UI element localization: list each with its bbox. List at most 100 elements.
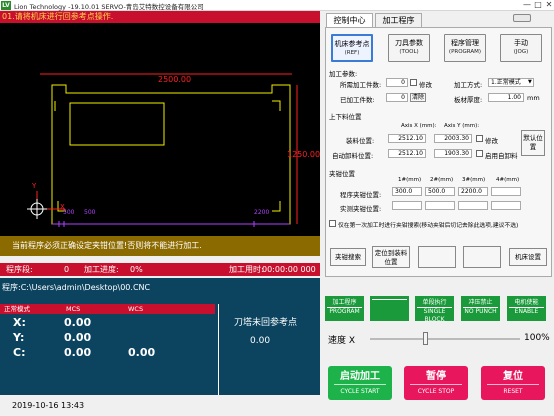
clamp-4-value (491, 187, 521, 196)
dim-label-x: 2500.00 (158, 75, 192, 84)
done-count-value: 0 (386, 93, 408, 102)
segment-value: 0 (64, 265, 70, 274)
status-datetime: 2019-10-16 13:43 (0, 395, 320, 416)
clamp-search-button[interactable]: 夹钳搜索 (330, 248, 366, 266)
control-panel: 控制中心 加工程序 机床参考点 (REF) 刀具参数 (TOOL) 程序管理 (PRO… (322, 11, 554, 416)
clamp-3-value: 2200.0 (458, 187, 488, 196)
clamp-search-once-checkbox[interactable] (329, 220, 336, 227)
clamp-1-value: 300.0 (392, 187, 422, 196)
actual-clamp-3 (458, 201, 488, 210)
blank-green-button[interactable] (370, 296, 409, 321)
clamp-section-label: 夹钳位置 (329, 170, 355, 178)
speed-slider-thumb[interactable] (422, 332, 428, 345)
clamp-label-3: 2200 (254, 209, 270, 216)
loading-section-label: 上下料位置 (329, 113, 362, 121)
maximize-button[interactable]: □ (533, 0, 543, 10)
corner-mark-tr (272, 100, 281, 111)
clamp-label-2: 500 (84, 209, 96, 216)
coord-wcs-header: WCS (128, 305, 144, 313)
jog-mode-button[interactable]: 手动 (JOG) (500, 34, 542, 62)
time-label: 加工用时: (229, 265, 264, 274)
program-toggle-button[interactable]: 加工程序 PROGRAM (325, 296, 364, 321)
speed-value: 100% (524, 333, 550, 343)
chevron-down-icon: ▼ (528, 79, 532, 85)
progress-label: 加工进度: (84, 265, 119, 274)
load-position-label: 装料位置: (346, 137, 375, 145)
axis-label-y: Y (32, 182, 37, 190)
program-mode-button[interactable]: 程序管理 (PROGRAM) (444, 34, 486, 62)
alarm-message: 01.请将机床进行回参考点操作. (0, 11, 320, 23)
window-titlebar: LV Lion Technology -19.10.01 SERVO-青岛艾特数… (0, 0, 554, 11)
total-count-value: 0 (386, 78, 408, 87)
coord-y-mcs: 0.00 (64, 331, 92, 344)
coordinate-panel: 正常模式 MCS WCS X: 0.00 Y: 0.00 C: 0.00 0.0… (0, 304, 320, 395)
segment-label: 程序段: (6, 265, 33, 274)
load-x-value: 2512.10 (388, 134, 426, 143)
unload-x-value: 2512.10 (388, 149, 426, 158)
coord-c-wcs: 0.00 (128, 346, 156, 359)
corner-mark-br (272, 201, 281, 212)
actual-clamp-1 (392, 201, 422, 210)
thickness-input[interactable]: 1.00 (488, 93, 524, 102)
blank-button-2[interactable] (463, 246, 501, 268)
locate-load-button[interactable]: 定位到装料位置 (372, 246, 410, 268)
progress-bar: 程序段: 0 加工进度: 0% 加工用时: 00:00:00 000 (0, 263, 320, 276)
thickness-label: 板材厚度: (454, 96, 483, 104)
coord-x-mcs: 0.00 (64, 316, 92, 329)
program-clamp-label: 程序夹钳位置: (340, 191, 382, 199)
unload-position-label: 自动卸料位置: (332, 152, 374, 160)
inner-part-rect (69, 102, 165, 146)
coord-header: 正常模式 MCS WCS (0, 304, 215, 314)
control-center-panel: 机床参考点 (REF) 刀具参数 (TOOL) 程序管理 (PROGRAM) 手动 (J… (325, 27, 552, 277)
coord-c-mcs: 0.00 (64, 346, 92, 359)
coord-mcs-header: MCS (66, 305, 81, 313)
panel-toggle-button[interactable] (513, 14, 531, 22)
total-count-label: 所需加工件数: (340, 81, 382, 89)
corner-mark (56, 91, 64, 99)
modify-load-checkbox[interactable] (476, 135, 483, 142)
app-logo: LV (1, 1, 11, 10)
unload-y-value: 1903.30 (434, 149, 472, 158)
dim-label-y: 1250.00 (287, 150, 320, 159)
auto-unload-checkbox[interactable] (476, 150, 483, 157)
actual-clamp-label: 实测夹钳位置: (340, 205, 382, 213)
window-title: Lion Technology -19.10.01 SERVO-青岛艾特数控设备… (14, 3, 204, 11)
clear-count-button[interactable]: 清除 (410, 93, 426, 102)
ref-mode-button[interactable]: 机床参考点 (REF) (331, 34, 373, 62)
machine-settings-button[interactable]: 机床设置 (509, 248, 547, 266)
close-button[interactable]: ✕ (544, 0, 554, 10)
default-position-button[interactable]: 默认位置 (521, 130, 545, 156)
turret-value: 0.00 (250, 336, 271, 346)
sheet-outline (51, 84, 291, 225)
warning-banner: 当前程序必须正确设定夹钳位置!否则将不能进行加工. (0, 236, 320, 256)
load-y-value: 2003.30 (434, 134, 472, 143)
motor-enable-button[interactable]: 电机使能 ENABLE (507, 296, 546, 321)
method-label: 加工方式: (454, 81, 483, 89)
machine-preview-svg (27, 73, 298, 227)
machine-preview-canvas[interactable]: 2500.00 1250.00 500 500 2200 Y X (0, 11, 320, 236)
actual-clamp-2 (425, 201, 455, 210)
coord-mode: 正常模式 (4, 305, 30, 313)
tab-control-center[interactable]: 控制中心 (326, 13, 373, 28)
single-block-button[interactable]: 单段执行 SINGLE BLOCK (415, 296, 454, 323)
time-value: 00:00:00 000 (262, 265, 316, 274)
progress-value: 0% (130, 265, 143, 274)
speed-label: 速度 X (328, 336, 356, 346)
reset-button[interactable]: 复位 RESET (481, 366, 545, 400)
cycle-start-button[interactable]: 启动加工 CYCLE START (328, 366, 392, 400)
no-punch-button[interactable]: 冲压禁止 NO PUNCH (461, 296, 500, 321)
speed-slider-track[interactable] (370, 338, 520, 340)
program-path: 程序:C:\Users\admin\Desktop\00.CNC (0, 278, 320, 304)
axis-label-x: X (60, 203, 65, 211)
turret-status: 刀塔未回参考点 (234, 318, 298, 328)
cycle-stop-button[interactable]: 暂停 CYCLE STOP (404, 366, 468, 400)
minimize-button[interactable]: — (522, 0, 532, 10)
clamp-2-value: 500.0 (425, 187, 455, 196)
done-count-label: 已加工件数: (340, 96, 375, 104)
modify-total-checkbox[interactable] (410, 79, 417, 86)
actual-clamp-4 (491, 201, 521, 210)
blank-button-1[interactable] (418, 246, 456, 268)
params-section-label: 加工参数: (329, 70, 358, 78)
tab-program[interactable]: 加工程序 (375, 13, 422, 27)
tool-mode-button[interactable]: 刀具参数 (TOOL) (388, 34, 430, 62)
